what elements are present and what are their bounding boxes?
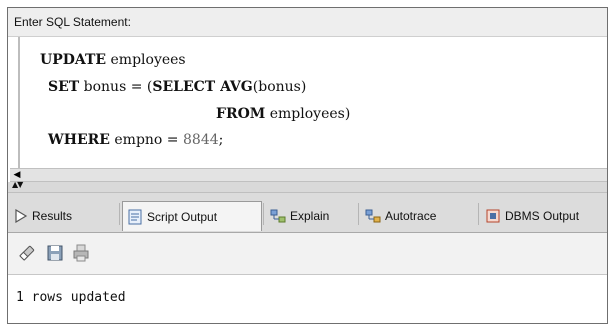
scroll-left-icon[interactable]: ◀ <box>11 170 23 180</box>
editor-header: Enter SQL Statement: <box>8 8 607 37</box>
split-pane-divider[interactable]: ▲▼ <box>8 180 607 193</box>
script-output-area[interactable]: 1 rows updated <box>8 275 607 323</box>
tab-separator <box>358 203 359 225</box>
output-toolbar <box>8 233 607 275</box>
print-icon[interactable] <box>72 244 90 262</box>
sql-text: bonus = ( <box>79 79 153 95</box>
sql-keyword: SET <box>48 79 80 95</box>
autotrace-icon <box>365 209 381 223</box>
play-triangle-icon <box>15 209 28 223</box>
tab-label: Autotrace <box>385 209 437 223</box>
sql-keyword: UPDATE <box>40 52 107 68</box>
save-icon[interactable] <box>46 244 64 262</box>
tab-script-output[interactable]: Script Output <box>122 201 262 231</box>
editor-header-label: Enter SQL Statement: <box>14 15 131 29</box>
tab-label: DBMS Output <box>505 209 580 223</box>
sql-text: (bonus) <box>252 79 307 95</box>
sql-worksheet-panel: Enter SQL Statement: UPDATE employees SE… <box>7 7 608 324</box>
tab-dbms-output[interactable]: DBMS Output <box>481 201 606 231</box>
tab-label: Script Output <box>147 209 218 224</box>
tab-separator <box>478 203 479 225</box>
sql-keyword: WHERE <box>48 132 110 148</box>
sql-text: employees <box>106 52 186 68</box>
sql-line-4: WHERE empno = 8844; <box>48 132 223 148</box>
tab-autotrace[interactable]: Autotrace <box>361 201 476 231</box>
editor-gutter <box>18 37 20 171</box>
script-output-icon <box>128 209 142 224</box>
tab-label: Explain <box>290 209 330 223</box>
sql-keyword: FROM <box>216 106 266 122</box>
explain-plan-icon <box>270 209 286 223</box>
tab-label: Results <box>32 209 73 223</box>
output-tab-bar: Results Script Output Explain Autotrace … <box>8 193 607 233</box>
tab-separator <box>119 203 120 225</box>
tab-results[interactable]: Results <box>10 201 118 231</box>
eraser-icon[interactable] <box>18 244 36 262</box>
sql-text: employees) <box>265 106 351 122</box>
output-text: 1 rows updated <box>16 290 126 305</box>
sql-line-1: UPDATE employees <box>40 52 186 68</box>
editor-horizontal-scrollbar[interactable]: ◀ <box>10 168 607 182</box>
sql-editor[interactable]: UPDATE employees SET bonus = (SELECT AVG… <box>10 37 607 171</box>
sql-keyword: SELECT AVG <box>152 79 253 95</box>
dbms-output-icon <box>486 209 500 223</box>
tab-explain[interactable]: Explain <box>266 201 356 231</box>
sql-text: empno = <box>109 132 183 148</box>
sql-line-3: FROM employees) <box>216 106 350 122</box>
tab-separator <box>263 203 264 225</box>
sql-line-2: SET bonus = (SELECT AVG(bonus) <box>48 79 306 95</box>
sql-text: ; <box>218 132 224 148</box>
sql-number: 8844 <box>183 132 219 148</box>
split-arrows-icon[interactable]: ▲▼ <box>12 180 23 189</box>
